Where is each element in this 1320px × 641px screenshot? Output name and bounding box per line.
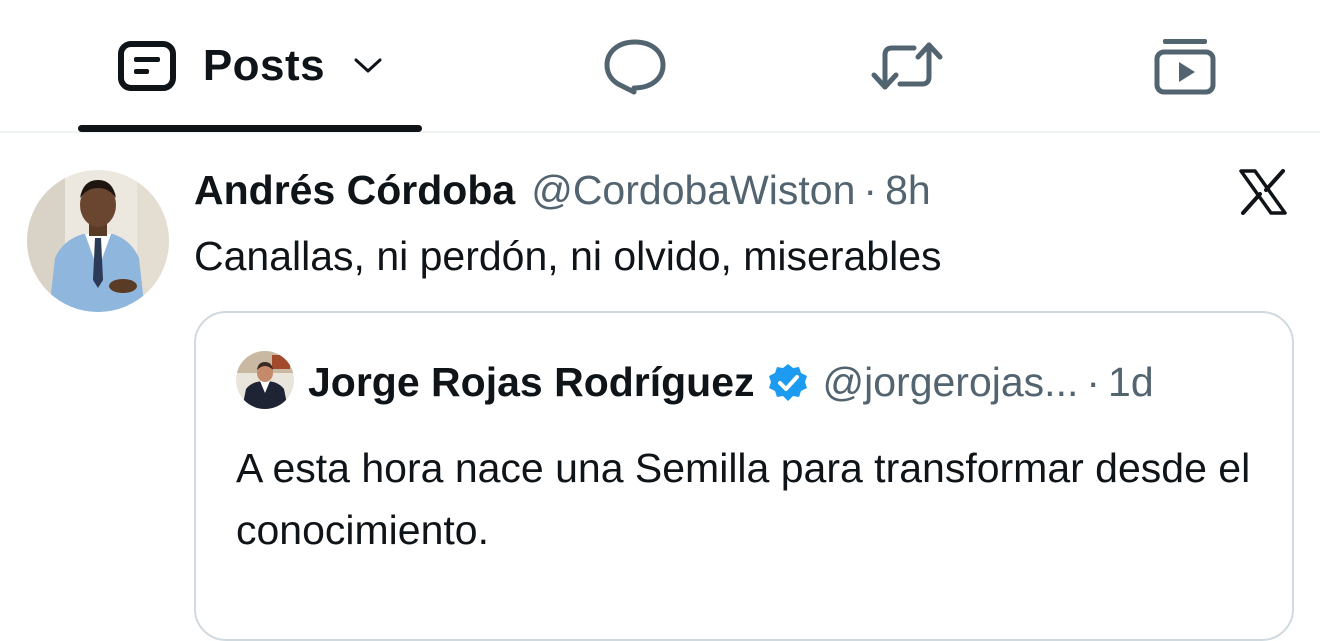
x-logo-icon bbox=[1239, 169, 1287, 215]
post-header: Andrés Córdoba @CordobaWiston · 8h bbox=[194, 167, 931, 217]
avatar[interactable] bbox=[27, 170, 169, 312]
post[interactable]: Andrés Córdoba @CordobaWiston · 8h Canal… bbox=[0, 133, 1320, 641]
author-name[interactable]: Andrés Córdoba bbox=[194, 167, 515, 214]
quoted-author-name[interactable]: Jorge Rojas Rodríguez bbox=[308, 359, 755, 406]
post-text: Canallas, ni perdón, ni olvido, miserabl… bbox=[194, 233, 942, 279]
video-icon bbox=[1154, 38, 1216, 94]
chevron-down-icon[interactable] bbox=[353, 56, 383, 76]
tab-replies[interactable] bbox=[590, 0, 680, 131]
author-handle[interactable]: @CordobaWiston bbox=[531, 167, 855, 214]
separator-dot: · bbox=[1086, 359, 1101, 405]
posts-icon bbox=[117, 40, 176, 91]
tab-posts-label: Posts bbox=[202, 40, 326, 90]
verified-badge-icon bbox=[768, 363, 807, 401]
quoted-post-header: Jorge Rojas Rodríguez @jorgerojas... · 1… bbox=[308, 359, 1154, 406]
post-timestamp[interactable]: 8h bbox=[885, 167, 931, 214]
separator-dot: · bbox=[863, 167, 878, 213]
profile-tab-bar: Posts bbox=[0, 0, 1320, 133]
quoted-author-handle[interactable]: @jorgerojas... bbox=[823, 359, 1079, 406]
quoted-post-timestamp[interactable]: 1d bbox=[1108, 359, 1154, 406]
repost-icon bbox=[871, 42, 943, 89]
tab-posts[interactable]: Posts bbox=[78, 0, 422, 131]
quoted-post-text: A esta hora nace una Semilla para transf… bbox=[236, 445, 1251, 553]
tab-reposts[interactable] bbox=[862, 0, 952, 131]
quoted-post[interactable]: Jorge Rojas Rodríguez @jorgerojas... · 1… bbox=[194, 311, 1294, 641]
quoted-avatar[interactable] bbox=[236, 351, 294, 409]
active-tab-indicator bbox=[78, 125, 422, 132]
reply-bubble-icon bbox=[604, 39, 666, 94]
tab-videos[interactable] bbox=[1140, 0, 1230, 131]
